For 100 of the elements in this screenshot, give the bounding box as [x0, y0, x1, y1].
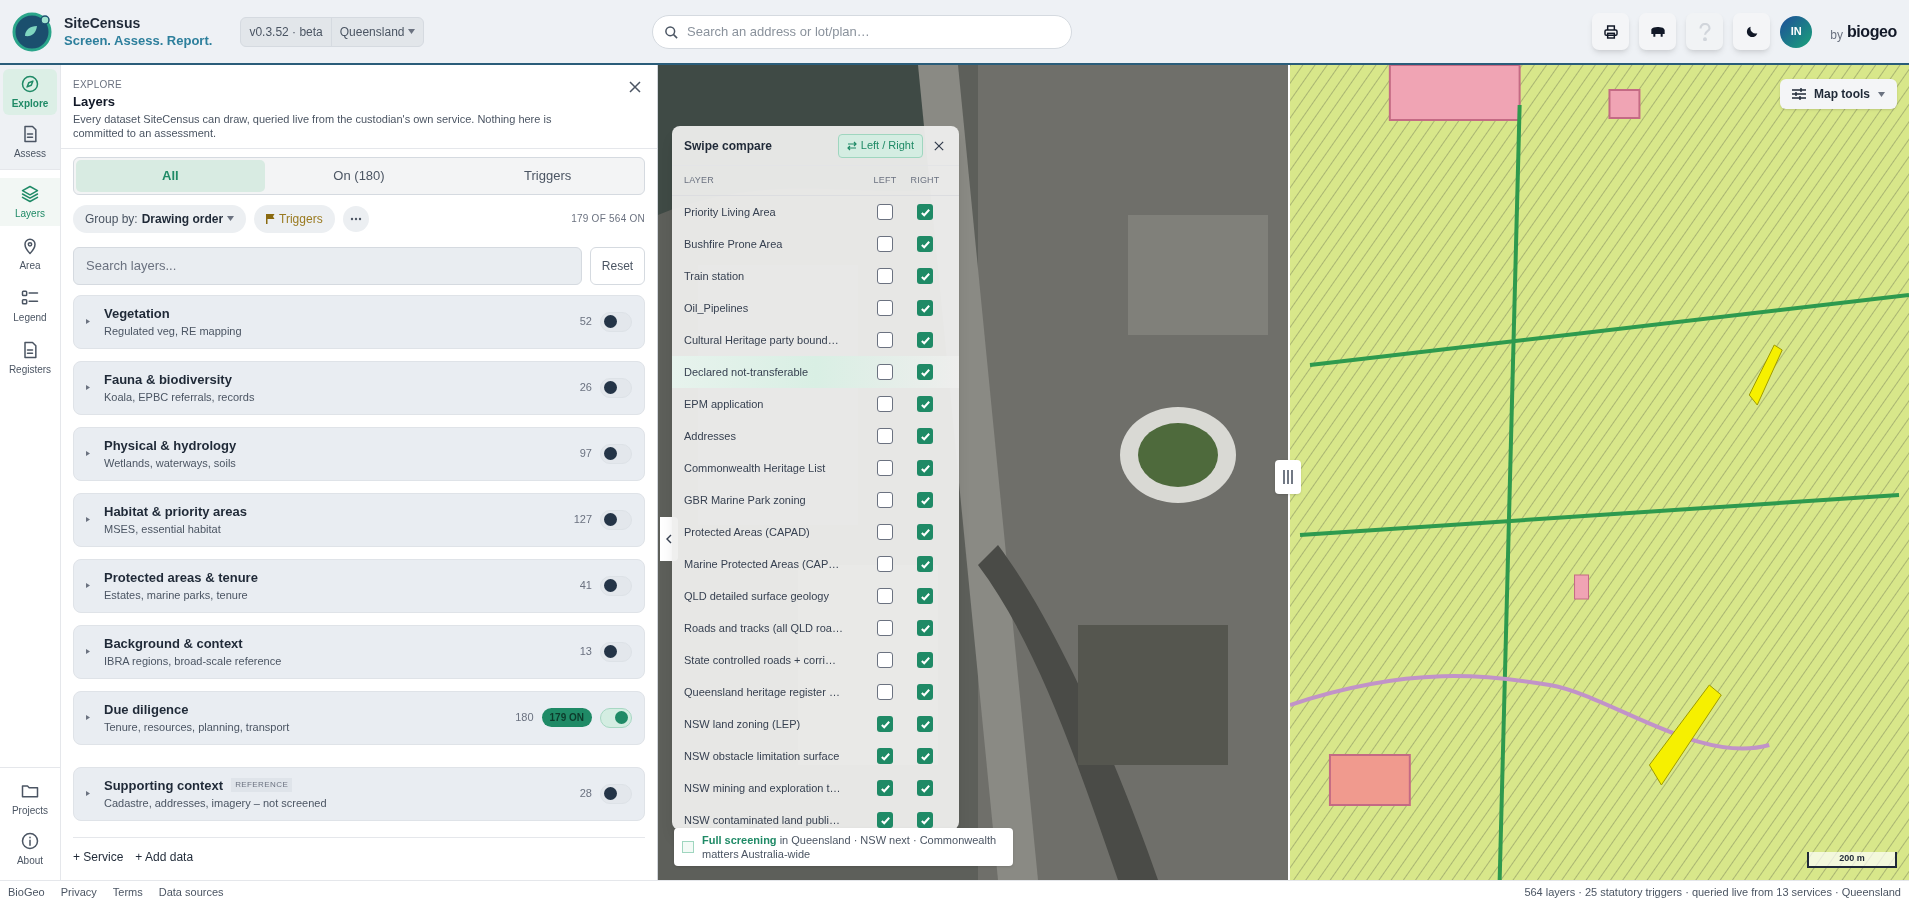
checkbox[interactable]: [877, 492, 893, 508]
checkbox[interactable]: [917, 716, 933, 732]
checkbox[interactable]: [877, 652, 893, 668]
checkbox[interactable]: [917, 396, 933, 412]
nav-item[interactable]: Assess: [3, 119, 57, 165]
nav-item[interactable]: Explore: [3, 69, 57, 115]
layer-group-card[interactable]: Vegetation Regulated veg, RE mapping 52: [73, 294, 645, 349]
layer-row[interactable]: NSW contaminated land publi…: [672, 804, 959, 830]
layer-group-card[interactable]: Background & context IBRA regions, broad-scale reference 13: [73, 624, 645, 679]
layer-row[interactable]: Addresses: [672, 420, 959, 452]
checkbox[interactable]: [917, 588, 933, 604]
checkbox[interactable]: [917, 204, 933, 220]
checkbox[interactable]: [917, 300, 933, 316]
checkbox[interactable]: [877, 268, 893, 284]
layer-group-card[interactable]: Physical & hydrology Wetlands, waterways, soils 97: [73, 426, 645, 481]
map-tools-button[interactable]: Map tools: [1780, 79, 1897, 109]
checkbox[interactable]: [877, 588, 893, 604]
nav-item[interactable]: Registers: [0, 334, 60, 382]
add-link[interactable]: + Add data: [135, 847, 194, 866]
layer-group-card[interactable]: Supporting context REFERENCE Cadastre, addresses, imagery – not screened 28: [73, 766, 645, 821]
footer-link[interactable]: BioGeo: [8, 884, 45, 901]
checkbox[interactable]: [917, 364, 933, 380]
layer-group-card[interactable]: Protected areas & tenure Estates, marine parks, tenure 41: [73, 558, 645, 613]
group-toggle[interactable]: [600, 377, 632, 398]
checkbox[interactable]: [917, 332, 933, 348]
user-avatar[interactable]: IN: [1780, 15, 1813, 48]
swipe-handle[interactable]: [1275, 460, 1301, 494]
layer-group-card[interactable]: Due diligence Tenure, resources, planning, transport 180 179 ON: [73, 690, 645, 745]
checkbox[interactable]: [877, 780, 893, 796]
layer-row[interactable]: NSW obstacle limitation surface: [672, 740, 959, 772]
checkbox[interactable]: [917, 620, 933, 636]
group-toggle[interactable]: [600, 641, 632, 662]
group-toggle[interactable]: [600, 443, 632, 464]
address-search-field[interactable]: Search an address or lot/plan…: [652, 14, 1072, 49]
filter-tab[interactable]: On (180): [264, 159, 454, 192]
layer-row[interactable]: Declared not-transferable: [672, 356, 959, 388]
checkbox[interactable]: [877, 556, 893, 572]
layer-row[interactable]: Queensland heritage register …: [672, 676, 959, 708]
reset-button[interactable]: Reset: [590, 246, 645, 285]
group-toggle[interactable]: [600, 783, 632, 804]
checkbox[interactable]: [917, 748, 933, 764]
checkbox[interactable]: [877, 428, 893, 444]
group-toggle[interactable]: [600, 575, 632, 596]
layer-row[interactable]: Cultural Heritage party bound…: [672, 324, 959, 356]
add-link[interactable]: + Service: [73, 847, 124, 866]
nav-item[interactable]: Layers: [0, 178, 60, 226]
nav-item[interactable]: Legend: [0, 282, 60, 330]
nav-item[interactable]: About: [0, 826, 60, 872]
checkbox[interactable]: [917, 524, 933, 540]
group-toggle[interactable]: [600, 509, 632, 530]
checkbox[interactable]: [877, 524, 893, 540]
region-dropdown[interactable]: Queensland: [330, 17, 424, 46]
checkbox[interactable]: [877, 716, 893, 732]
checkbox[interactable]: [877, 684, 893, 700]
checkbox[interactable]: [877, 204, 893, 220]
checkbox[interactable]: [917, 780, 933, 796]
layer-row[interactable]: NSW land zoning (LEP): [672, 708, 959, 740]
toolbar-button[interactable]: [1733, 13, 1771, 50]
group-toggle[interactable]: [600, 707, 632, 728]
footer-link[interactable]: Privacy: [60, 884, 97, 901]
toolbar-button[interactable]: [1639, 13, 1677, 50]
toolbar-button[interactable]: [1592, 13, 1630, 50]
checkbox[interactable]: [917, 460, 933, 476]
checkbox[interactable]: [917, 684, 933, 700]
swipe-mode-button[interactable]: Left / Right: [837, 133, 923, 158]
layer-row[interactable]: Train station: [672, 260, 959, 292]
layer-row[interactable]: Commonwealth Heritage List: [672, 452, 959, 484]
checkbox[interactable]: [917, 492, 933, 508]
checkbox[interactable]: [682, 841, 694, 853]
footer-link[interactable]: Data sources: [158, 884, 224, 901]
group-by-dropdown[interactable]: Group by: Drawing order: [73, 204, 247, 233]
layer-row[interactable]: NSW mining and exploration t…: [672, 772, 959, 804]
checkbox[interactable]: [917, 428, 933, 444]
checkbox[interactable]: [917, 268, 933, 284]
checkbox[interactable]: [877, 364, 893, 380]
layer-row[interactable]: Protected Areas (CAPAD): [672, 516, 959, 548]
checkbox[interactable]: [917, 812, 933, 828]
group-toggle[interactable]: [600, 311, 632, 332]
layer-row[interactable]: EPM application: [672, 388, 959, 420]
nav-item[interactable]: Area: [0, 230, 60, 278]
layer-row[interactable]: Roads and tracks (all QLD roa…: [672, 612, 959, 644]
checkbox[interactable]: [877, 620, 893, 636]
checkbox[interactable]: [877, 396, 893, 412]
triggers-button[interactable]: Triggers: [254, 204, 335, 233]
layer-row[interactable]: State controlled roads + corri…: [672, 644, 959, 676]
footer-link[interactable]: Terms: [112, 884, 143, 901]
layer-row[interactable]: QLD detailed surface geology: [672, 580, 959, 612]
checkbox[interactable]: [877, 300, 893, 316]
layer-row[interactable]: Bushfire Prone Area: [672, 228, 959, 260]
nav-item[interactable]: Projects: [0, 776, 60, 822]
layer-row[interactable]: Marine Protected Areas (CAP…: [672, 548, 959, 580]
layer-row[interactable]: GBR Marine Park zoning: [672, 484, 959, 516]
checkbox[interactable]: [917, 236, 933, 252]
checkbox[interactable]: [877, 460, 893, 476]
checkbox[interactable]: [877, 332, 893, 348]
layer-group-card[interactable]: Fauna & biodiversity Koala, EPBC referrals, records 26: [73, 360, 645, 415]
checkbox[interactable]: [917, 652, 933, 668]
checkbox[interactable]: [877, 812, 893, 828]
checkbox[interactable]: [877, 748, 893, 764]
checkbox[interactable]: [877, 236, 893, 252]
